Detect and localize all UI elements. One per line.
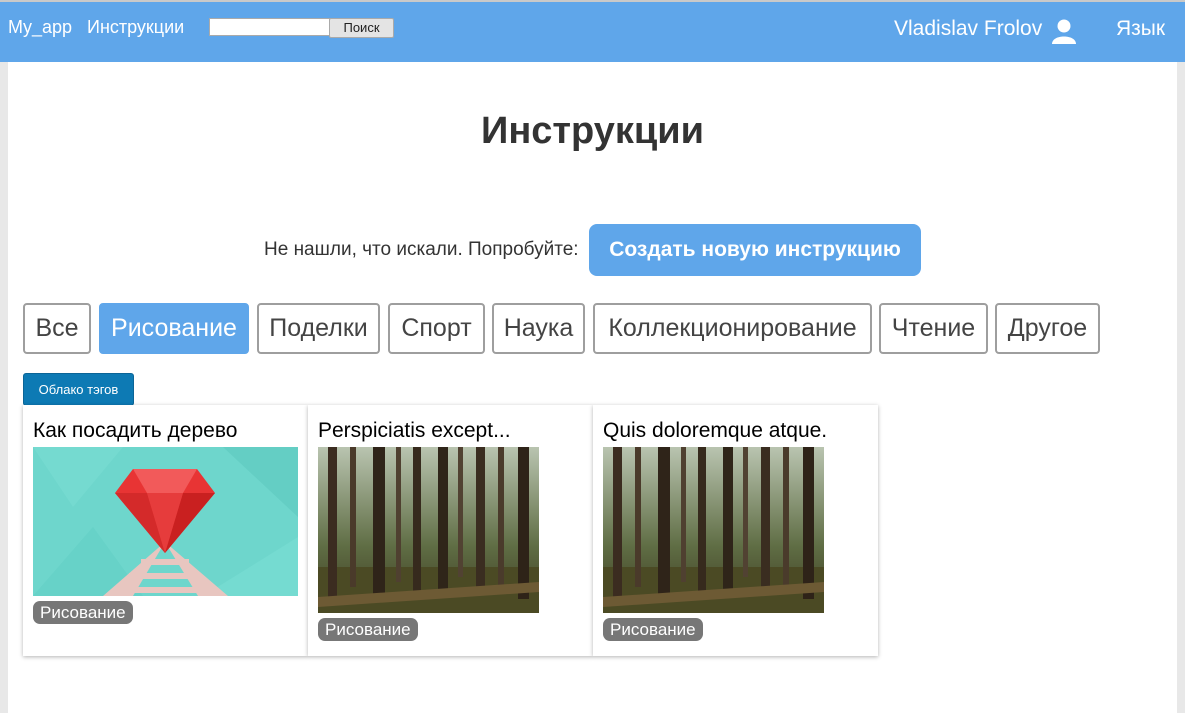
create-instruction-button[interactable]: Создать новую инструкцию [589, 224, 921, 276]
brand-link[interactable]: My_app [8, 17, 72, 38]
card-tag[interactable]: Рисование [318, 618, 418, 641]
not-found-prompt: Не нашли, что искали. Попробуйте: [264, 239, 579, 260]
category-tab-drawing[interactable]: Рисование [99, 303, 249, 354]
search-button[interactable]: Поиск [329, 18, 394, 38]
user-name-link[interactable]: Vladislav Frolov [894, 17, 1042, 41]
category-tab-reading[interactable]: Чтение [879, 303, 988, 354]
search-input[interactable] [209, 18, 331, 36]
language-menu[interactable]: Язык [1116, 17, 1165, 41]
card-tag[interactable]: Рисование [603, 618, 703, 641]
card-title[interactable]: Как посадить дерево [33, 419, 237, 443]
tag-cloud-button[interactable]: Облако тэгов [23, 373, 134, 406]
category-tab-science[interactable]: Наука [492, 303, 585, 354]
category-tab-collecting[interactable]: Коллекционирование [593, 303, 872, 354]
card-image-forest[interactable] [603, 447, 824, 613]
instruction-card[interactable]: Quis doloremque atque. Рисование [593, 405, 878, 656]
page-title: Инструкции [481, 110, 704, 152]
user-icon[interactable] [1051, 18, 1077, 44]
instruction-card[interactable]: Как посадить дерево Рисование [23, 405, 308, 656]
category-tab-all[interactable]: Все [23, 303, 91, 354]
card-title[interactable]: Quis doloremque atque. [603, 419, 827, 443]
navbar: My_app Инструкции Поиск Vladislav Frolov… [0, 0, 1185, 62]
category-tab-other[interactable]: Другое [995, 303, 1100, 354]
card-image-ruby[interactable] [33, 447, 298, 596]
card-tag[interactable]: Рисование [33, 601, 133, 624]
instruction-card[interactable]: Perspiciatis except... Рисование [308, 405, 593, 656]
card-image-forest[interactable] [318, 447, 539, 613]
main-content: Инструкции Не нашли, что искали. Попробу… [8, 62, 1177, 713]
category-tab-crafts[interactable]: Поделки [257, 303, 380, 354]
nav-instructions-link[interactable]: Инструкции [87, 17, 184, 38]
category-tab-sport[interactable]: Спорт [388, 303, 485, 354]
card-title[interactable]: Perspiciatis except... [318, 419, 511, 443]
